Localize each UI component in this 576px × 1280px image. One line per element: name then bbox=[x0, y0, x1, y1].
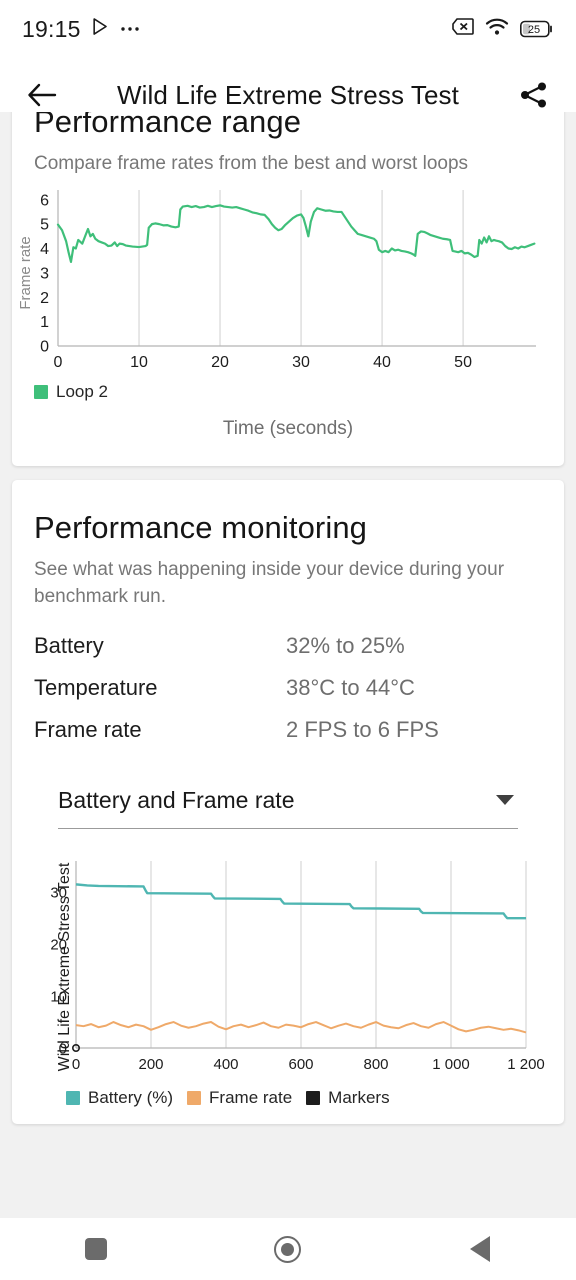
svg-text:3: 3 bbox=[40, 265, 49, 282]
svg-text:2: 2 bbox=[40, 289, 49, 306]
wifi-icon bbox=[485, 18, 509, 41]
legend-item-loop-2[interactable]: Loop 2 bbox=[34, 382, 108, 402]
svg-text:1 200: 1 200 bbox=[507, 1056, 545, 1073]
svg-text:5: 5 bbox=[40, 216, 49, 233]
circle-home-icon bbox=[274, 1235, 302, 1263]
performance-monitoring-card: Performance monitoring See what was happ… bbox=[12, 479, 564, 1124]
svg-text:1 000: 1 000 bbox=[432, 1056, 470, 1073]
svg-text:0: 0 bbox=[72, 1056, 80, 1073]
legend-swatch-markers bbox=[306, 1090, 321, 1105]
svg-text:200: 200 bbox=[138, 1056, 163, 1073]
status-bar-left: 19:15 bbox=[22, 16, 140, 43]
legend-label-battery: Battery (%) bbox=[88, 1087, 174, 1107]
performance-range-card: Performance range Compare frame rates fr… bbox=[12, 112, 564, 466]
chart-y-axis-label: Frame rate bbox=[17, 236, 34, 309]
performance-monitoring-legend: Battery (%) Frame rate Markers bbox=[12, 1082, 564, 1124]
battery-level-text: 25 bbox=[528, 24, 540, 36]
stat-key-frame-rate: Frame rate bbox=[34, 716, 142, 742]
performance-monitoring-stats: Battery 32% to 25% Temperature 38°C to 4… bbox=[12, 611, 564, 751]
status-bar-right: 25 bbox=[452, 18, 554, 41]
no-sim-icon bbox=[452, 18, 474, 40]
performance-range-chart[interactable]: 0 1 2 3 4 5 6 0 10 20 30 40 50 Frame rate bbox=[12, 178, 564, 378]
legend-item-battery[interactable]: Battery (%) bbox=[66, 1088, 173, 1108]
stat-value-temperature: 38°C to 44°C bbox=[286, 674, 415, 700]
recents-button[interactable] bbox=[1, 1238, 191, 1260]
legend-swatch-frame-rate bbox=[187, 1090, 202, 1105]
square-recents-icon bbox=[84, 1238, 107, 1260]
svg-text:600: 600 bbox=[288, 1056, 313, 1073]
page-title: Wild Life Extreme Stress Test bbox=[117, 79, 459, 110]
phone-screen: 19:15 25 Wild Life Extreme Stress Test P… bbox=[0, 0, 576, 1280]
back-button[interactable] bbox=[20, 82, 64, 108]
svg-text:1: 1 bbox=[40, 314, 49, 331]
legend-label-markers: Markers bbox=[328, 1087, 390, 1107]
stat-row: Battery 32% to 25% bbox=[34, 625, 542, 667]
stat-row: Temperature 38°C to 44°C bbox=[34, 667, 542, 709]
stat-value-battery: 32% to 25% bbox=[286, 632, 405, 658]
play-triangle-icon bbox=[91, 17, 110, 41]
svg-text:0: 0 bbox=[54, 354, 63, 371]
stat-value-frame-rate: 2 FPS to 6 FPS bbox=[286, 716, 439, 742]
performance-range-legend: Loop 2 bbox=[12, 382, 564, 402]
svg-text:40: 40 bbox=[373, 354, 391, 371]
metric-dropdown[interactable]: Battery and Frame rate bbox=[58, 773, 518, 829]
svg-text:800: 800 bbox=[363, 1056, 388, 1073]
stat-row: Frame rate 2 FPS to 6 FPS bbox=[34, 709, 542, 751]
legend-item-frame-rate[interactable]: Frame rate bbox=[187, 1088, 292, 1108]
performance-range-chart-svg: 0 1 2 3 4 5 6 0 10 20 30 40 50 Frame rate bbox=[17, 189, 536, 371]
legend-label-frame-rate: Frame rate bbox=[209, 1087, 293, 1107]
svg-text:20: 20 bbox=[211, 354, 229, 371]
legend-item-markers[interactable]: Markers bbox=[306, 1087, 390, 1108]
svg-text:30: 30 bbox=[292, 354, 310, 371]
triangle-back-icon bbox=[469, 1236, 490, 1262]
chart-x-tick-labels: 0 200 400 600 800 1 000 1 200 bbox=[72, 1056, 545, 1073]
performance-monitoring-subtitle: See what was happening inside your devic… bbox=[34, 558, 505, 608]
svg-text:4: 4 bbox=[40, 241, 49, 258]
status-bar-clock: 19:15 bbox=[22, 15, 81, 42]
chart-axes bbox=[57, 189, 536, 347]
chevron-down-icon bbox=[496, 795, 514, 806]
more-dots-icon bbox=[120, 20, 140, 38]
legend-label-loop-2: Loop 2 bbox=[56, 381, 108, 401]
legend-swatch-loop-2 bbox=[34, 384, 48, 399]
chart-y-tick-labels: 0 1 2 3 4 5 6 bbox=[40, 192, 49, 355]
performance-range-x-axis-title: Time (seconds) bbox=[222, 417, 354, 439]
status-bar: 19:15 25 bbox=[0, 0, 576, 58]
share-button[interactable] bbox=[512, 81, 556, 109]
chart-x-tick-labels: 0 10 20 30 40 50 bbox=[54, 354, 473, 371]
svg-text:6: 6 bbox=[40, 192, 49, 209]
scroll-content[interactable]: Performance range Compare frame rates fr… bbox=[0, 112, 576, 1218]
svg-text:400: 400 bbox=[213, 1056, 238, 1073]
performance-monitoring-chart[interactable]: 0 10 20 30 0 200 400 600 800 1 000 1 200 Wild Lif… bbox=[12, 847, 564, 1082]
metric-dropdown-value: Battery and Frame rate bbox=[58, 786, 295, 813]
performance-range-title: Performance range bbox=[34, 112, 302, 139]
svg-text:0: 0 bbox=[40, 338, 49, 355]
home-button[interactable] bbox=[193, 1235, 383, 1263]
performance-monitoring-title: Performance monitoring bbox=[34, 509, 368, 545]
svg-text:10: 10 bbox=[130, 354, 148, 371]
chart-gridlines bbox=[150, 860, 527, 1048]
stat-key-temperature: Temperature bbox=[34, 674, 158, 700]
stat-key-battery: Battery bbox=[34, 632, 104, 658]
performance-range-subtitle: Compare frame rates from the best and wo… bbox=[34, 153, 469, 174]
svg-text:50: 50 bbox=[454, 354, 472, 371]
performance-monitoring-chart-svg: 0102030 0 200 400 600 800 1 000 1 200 Wild Lif… bbox=[50, 860, 545, 1073]
back-nav-button[interactable] bbox=[385, 1236, 575, 1262]
battery-icon: 25 bbox=[520, 20, 554, 38]
legend-swatch-battery bbox=[66, 1090, 80, 1105]
android-nav-bar bbox=[0, 1218, 576, 1280]
chart-y-axis-label: Wild Life Extreme Stress Test bbox=[56, 862, 73, 1071]
